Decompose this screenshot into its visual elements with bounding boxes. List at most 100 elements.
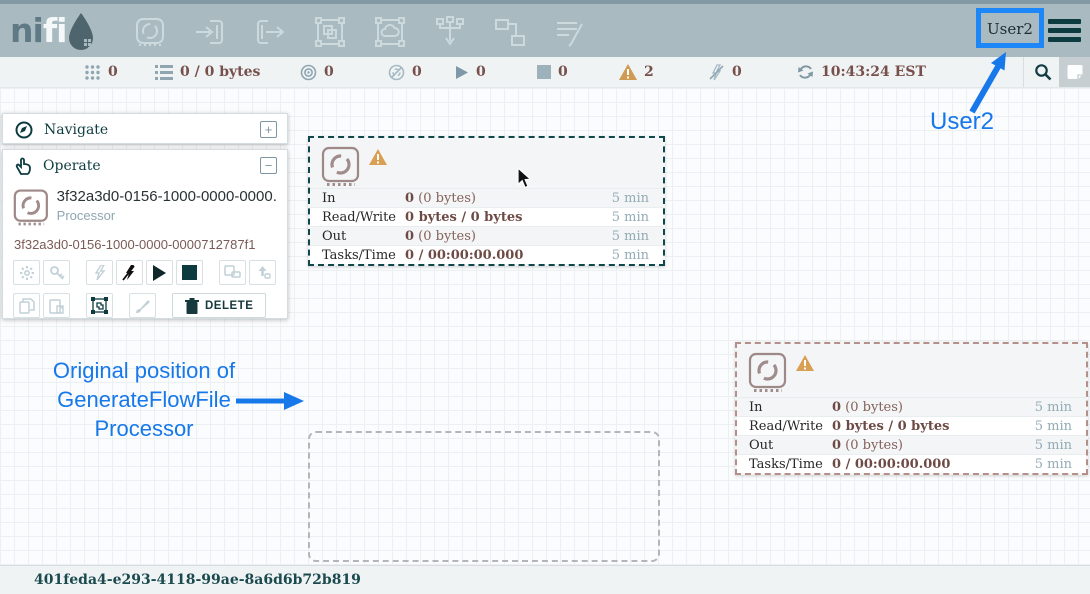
disabled-icon (708, 64, 725, 81)
stopped-count: 0 (558, 64, 568, 80)
nifi-app-window: nifi (0, 0, 1090, 594)
processor-generateflowfile-copy[interactable]: In 0 (0 bytes) 5 min Read/Write 0 bytes … (735, 342, 1088, 475)
stat-row-out: Out 0 (0 bytes) 5 min (737, 435, 1086, 454)
stat-label: Tasks/Time (749, 457, 832, 472)
not-transmitting-count: 0 (412, 64, 422, 80)
operate-buttons-row-1 (3, 260, 287, 285)
configuration-button[interactable] (13, 260, 40, 285)
enable-button[interactable] (86, 260, 113, 285)
annotation-line-1: Original position of (28, 356, 260, 385)
stat-value: 0 / 00:00:00.000 (405, 248, 612, 263)
stat-row-taskstime: Tasks/Time 0 / 00:00:00.000 5 min (737, 454, 1086, 473)
stopped-status: 0 (537, 57, 568, 87)
paste-button[interactable] (43, 293, 70, 318)
stat-row-taskstime: Tasks/Time 0 / 00:00:00.000 5 min (310, 245, 663, 264)
refresh-icon[interactable] (797, 64, 814, 80)
disabled-status: 0 (708, 57, 742, 87)
remote-process-group-icon[interactable] (372, 14, 407, 49)
status-bar-divider (1023, 57, 1024, 87)
color-button[interactable] (129, 293, 156, 318)
output-port-icon[interactable] (252, 14, 287, 49)
component-type: Processor (57, 208, 277, 223)
active-threads-status: 0 (84, 57, 118, 87)
navigate-panel-header: Navigate + (3, 114, 287, 145)
stat-label: In (322, 191, 405, 206)
search-button[interactable] (1028, 57, 1058, 87)
processor-type-icon (321, 146, 360, 187)
upload-template-button[interactable] (249, 260, 276, 285)
stopped-icon (537, 65, 551, 79)
funnel-icon[interactable] (432, 14, 467, 49)
nifi-logo: nifi (10, 10, 96, 52)
disable-button[interactable] (116, 260, 143, 285)
stat-value: 0 (0 bytes) (832, 438, 1035, 453)
component-id: 3f32a3d0-0156-1000-0000-0000712787f1 (3, 227, 287, 252)
transmitting-icon (300, 64, 317, 81)
processor-type-icon (748, 352, 787, 393)
stat-value: 0 (0 bytes) (405, 191, 612, 206)
start-button[interactable] (146, 260, 173, 285)
annotation-line-2: GenerateFlowFile (28, 385, 260, 414)
processor-type-icon (13, 188, 49, 227)
flow-id: 401feda4-e293-4118-99ae-8a6d6b72b819 (34, 572, 361, 588)
warning-icon (369, 149, 387, 165)
invalid-count: 2 (644, 64, 654, 80)
stat-window: 5 min (1035, 438, 1072, 453)
refresh-time: 10:43:24 EST (821, 64, 926, 80)
processor-icon[interactable] (132, 14, 167, 49)
processor-generateflowfile-selected[interactable]: In 0 (0 bytes) 5 min Read/Write 0 bytes … (308, 136, 665, 266)
running-count: 0 (476, 64, 486, 80)
stat-window: 5 min (612, 229, 649, 244)
footer-bar: 401feda4-e293-4118-99ae-8a6d6b72b819 (0, 565, 1090, 594)
navigate-panel: Navigate + (2, 113, 288, 144)
processor-stats-table: In 0 (0 bytes) 5 min Read/Write 0 bytes … (310, 188, 663, 264)
delete-button[interactable]: DELETE (172, 293, 266, 318)
queued-status: 0 / 0 bytes (155, 57, 260, 87)
search-icon (1034, 63, 1052, 81)
stat-row-out: Out 0 (0 bytes) 5 min (310, 226, 663, 245)
active-threads-count: 0 (108, 64, 118, 80)
label-icon[interactable] (552, 14, 587, 49)
disabled-count: 0 (732, 64, 742, 80)
access-policies-button[interactable] (43, 260, 70, 285)
stat-label: In (749, 400, 832, 415)
stat-row-in: In 0 (0 bytes) 5 min (310, 188, 663, 207)
group-button[interactable] (86, 293, 113, 318)
save-template-button[interactable] (219, 260, 246, 285)
status-bar: 0 0 / 0 bytes 0 0 0 0 2 0 (0, 57, 1090, 88)
component-toolbar (132, 14, 587, 49)
processor-stats-table: In 0 (0 bytes) 5 min Read/Write 0 bytes … (737, 397, 1086, 473)
global-menu-icon[interactable] (1048, 19, 1081, 46)
running-status: 0 (455, 57, 486, 87)
user2-annotation-label: User2 (930, 108, 1010, 136)
original-position-annotation: Original position of GenerateFlowFile Pr… (28, 356, 260, 443)
stat-window: 5 min (1035, 400, 1072, 415)
operate-panel: Operate − 3f32a3d0-0156-1000-0000-0000..… (2, 149, 288, 319)
processor-header (310, 138, 663, 191)
user2-highlight-box (976, 8, 1044, 48)
invalid-warning-icon (619, 64, 637, 80)
input-port-icon[interactable] (192, 14, 227, 49)
transmitting-count: 0 (324, 64, 334, 80)
operate-buttons-row-2: DELETE (3, 293, 287, 318)
not-transmitting-status: 0 (388, 57, 422, 87)
stat-value: 0 bytes / 0 bytes (832, 419, 1035, 434)
flow-settings-button[interactable] (1059, 57, 1090, 87)
queued-icon (155, 65, 173, 80)
copy-button[interactable] (13, 293, 40, 318)
stat-label: Tasks/Time (322, 248, 405, 263)
component-name: 3f32a3d0-0156-1000-0000-0000... (57, 188, 277, 205)
stop-button[interactable] (176, 260, 203, 285)
selected-component-summary: 3f32a3d0-0156-1000-0000-0000... Processo… (3, 181, 287, 227)
operate-panel-header: Operate − (3, 150, 287, 181)
logo-text-fi: fi (43, 10, 67, 52)
operate-collapse-button[interactable]: − (260, 157, 277, 174)
template-icon[interactable] (492, 14, 527, 49)
transmitting-status: 0 (300, 57, 334, 87)
navigate-expand-button[interactable]: + (260, 121, 277, 138)
stat-label: Read/Write (322, 210, 405, 225)
delete-button-label: DELETE (205, 300, 253, 312)
stat-value: 0 (0 bytes) (832, 400, 1035, 415)
stat-window: 5 min (1035, 419, 1072, 434)
process-group-icon[interactable] (312, 14, 347, 49)
